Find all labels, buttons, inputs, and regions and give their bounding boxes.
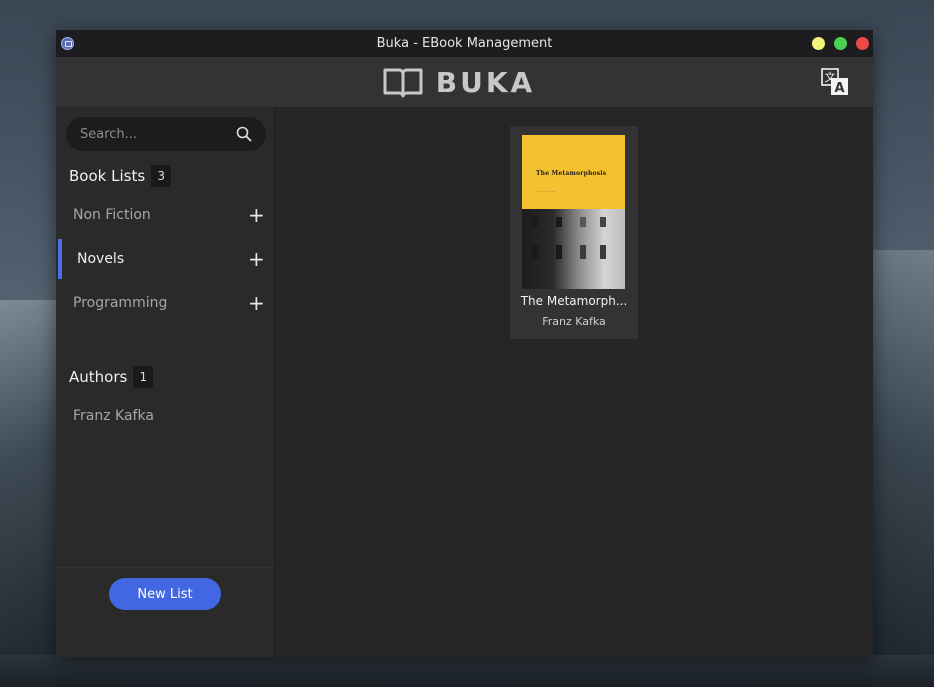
search-input[interactable] <box>80 117 230 151</box>
book-title: The Metamorph... <box>520 294 628 308</box>
app-header: BUKA 文 A <box>56 57 873 107</box>
book-cover[interactable]: The Metamorphosis — — — — — <box>522 135 625 289</box>
book-author: Franz Kafka <box>542 315 606 328</box>
maximize-button[interactable] <box>834 37 847 50</box>
svg-text:A: A <box>834 81 844 96</box>
cover-photo-window <box>600 245 606 259</box>
book-list-label: Programming <box>73 295 168 311</box>
titlebar[interactable]: Buka - EBook Management <box>56 30 873 57</box>
book-list-item-programming[interactable]: Programming + <box>56 283 274 323</box>
book-lists-count-badge: 3 <box>151 165 172 187</box>
translate-icon: 文 A <box>821 68 848 96</box>
window-controls <box>812 37 869 50</box>
active-indicator <box>58 239 62 279</box>
cover-photo-window <box>580 245 586 259</box>
book-logo-icon <box>383 68 423 98</box>
search-icon[interactable] <box>236 126 252 142</box>
window-title: Buka - EBook Management <box>376 36 553 51</box>
minimize-button[interactable] <box>812 37 825 50</box>
book-grid: The Metamorphosis — — — — — The Metamorp… <box>276 107 873 657</box>
authors-count-badge: 1 <box>133 366 154 388</box>
cover-photo-window <box>532 217 538 227</box>
authors-heading: Authors 1 <box>69 366 154 388</box>
cover-title-text: The Metamorphosis <box>536 170 607 177</box>
cover-byline: — — — — — <box>536 189 555 193</box>
book-lists-heading: Book Lists 3 <box>69 165 172 187</box>
book-lists-title: Book Lists <box>69 167 146 185</box>
app-logo: BUKA <box>382 65 535 99</box>
cover-title-area: The Metamorphosis — — — — — <box>522 135 625 209</box>
sidebar: Book Lists 3 Non Fiction + Novels + Prog… <box>56 107 275 657</box>
book-list-item-novels[interactable]: Novels + <box>56 239 274 279</box>
cover-photo-window <box>580 217 586 227</box>
plus-icon[interactable]: + <box>248 249 265 269</box>
app-icon <box>61 37 74 50</box>
plus-icon[interactable]: + <box>248 205 265 225</box>
desktop-background-right <box>872 250 934 687</box>
cover-photo-window <box>600 217 606 227</box>
app-window: Buka - EBook Management BUKA 文 A Search.… <box>56 30 873 657</box>
desktop-background-bottom <box>0 655 934 687</box>
book-list-label: Non Fiction <box>73 207 151 223</box>
cover-photo <box>522 209 625 289</box>
close-button[interactable] <box>856 37 869 50</box>
cover-photo-window <box>532 245 538 259</box>
author-item-franz-kafka[interactable]: Franz Kafka <box>73 408 154 424</box>
search-box <box>66 117 266 151</box>
book-card[interactable]: The Metamorphosis — — — — — The Metamorp… <box>510 126 638 339</box>
sidebar-footer: New List <box>56 567 274 657</box>
book-list-label: Novels <box>77 251 125 267</box>
plus-icon[interactable]: + <box>248 293 265 313</box>
cover-photo-window <box>556 217 562 227</box>
logo-text: BUKA <box>435 65 536 99</box>
new-list-button[interactable]: New List <box>109 578 221 610</box>
translate-button[interactable]: 文 A <box>821 68 849 96</box>
authors-title: Authors <box>69 368 128 386</box>
cover-photo-window <box>556 245 562 259</box>
desktop-background-left <box>0 300 60 687</box>
book-list-item-non-fiction[interactable]: Non Fiction + <box>56 195 274 235</box>
